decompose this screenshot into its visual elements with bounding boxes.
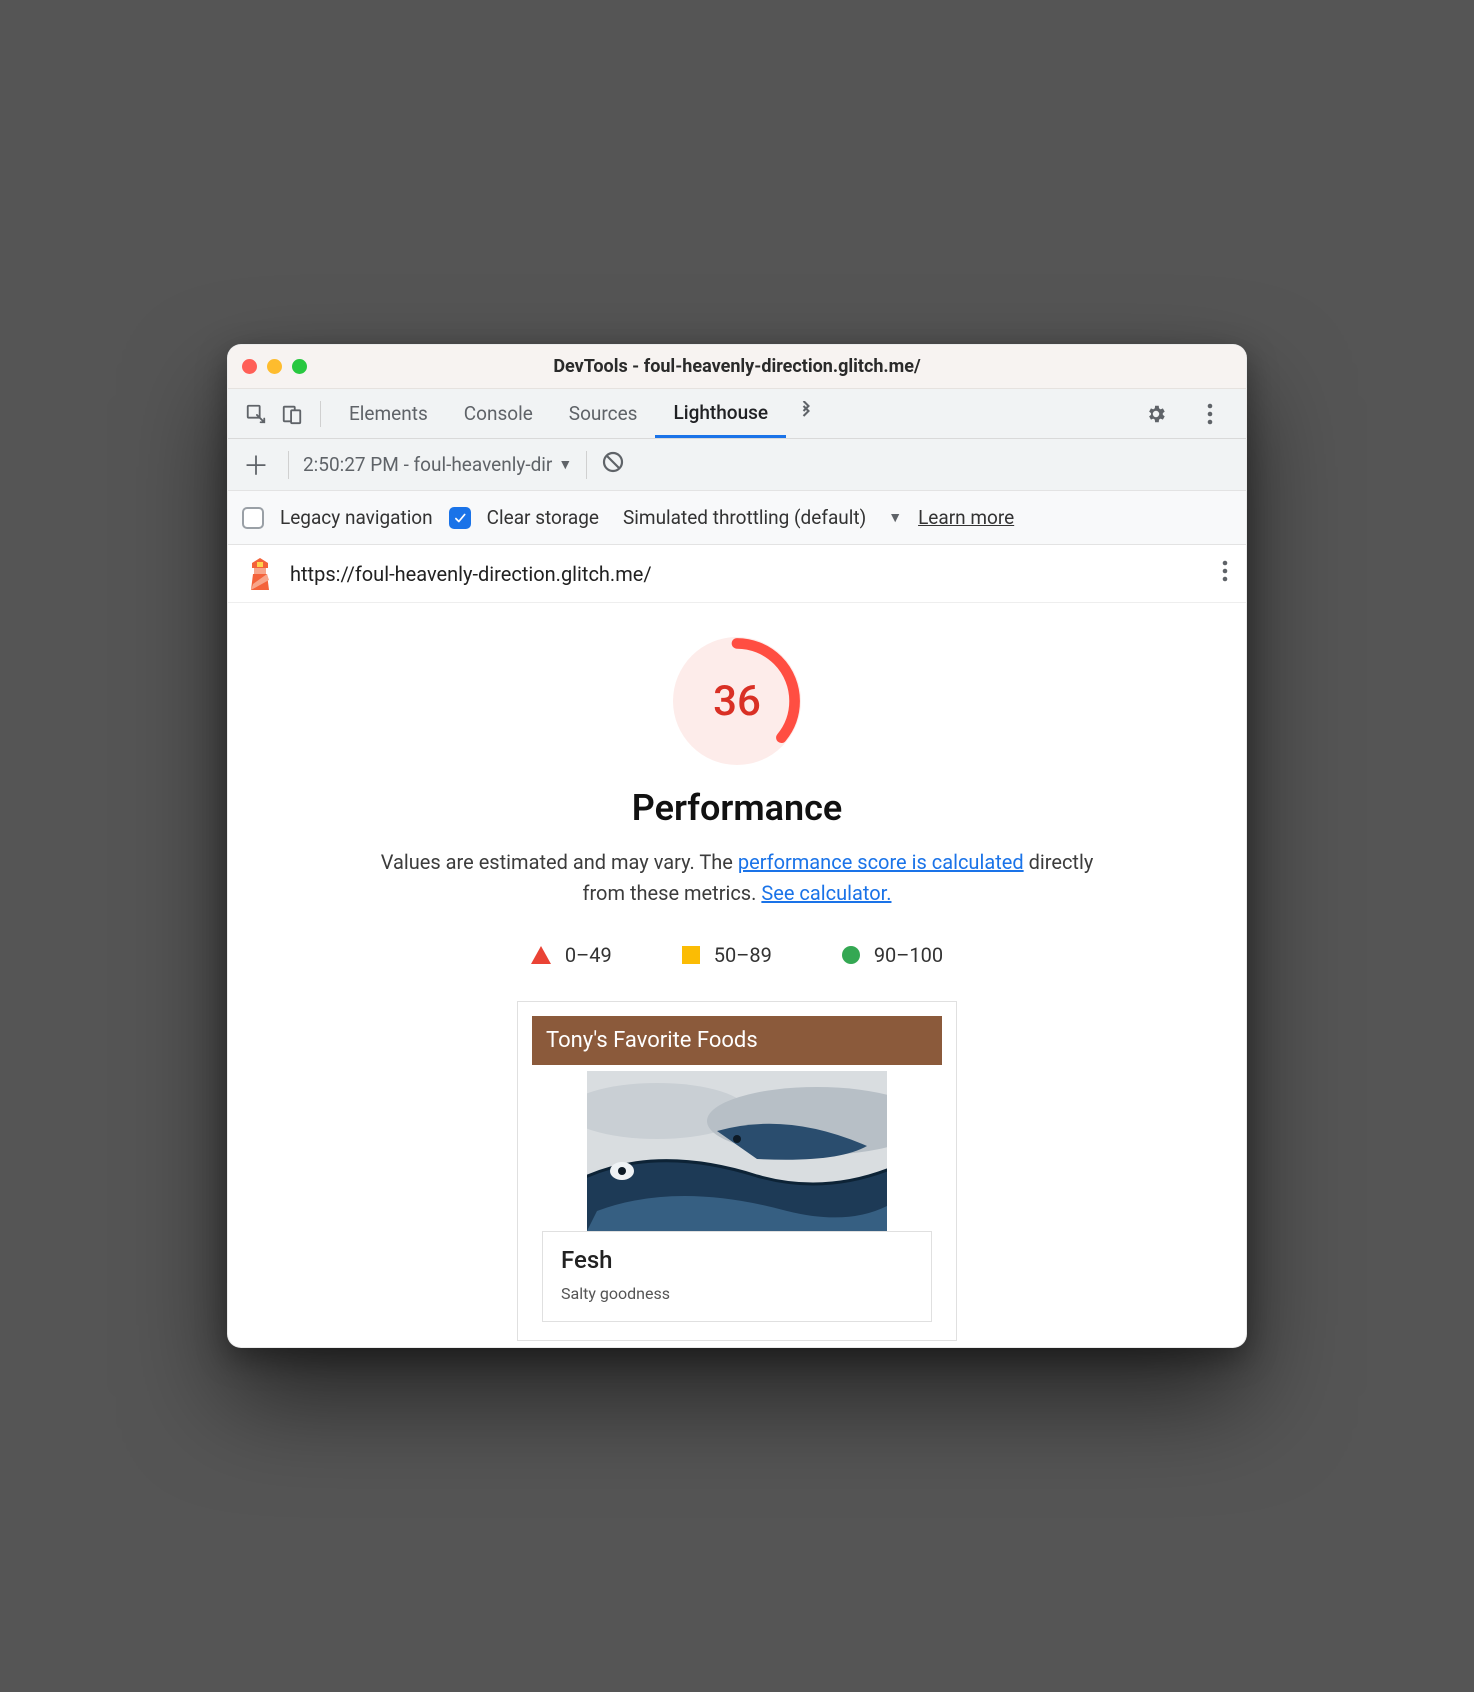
performance-gauge[interactable]: 36 — [673, 637, 801, 765]
chevron-down-icon: ▼ — [558, 456, 572, 473]
category-title: Performance — [258, 787, 1216, 829]
window-titlebar: DevTools - foul-heavenly-direction.glitc… — [228, 345, 1246, 389]
legend-low: 0–49 — [531, 943, 612, 967]
card-subtitle: Salty goodness — [561, 1284, 913, 1303]
legend-mid: 50–89 — [682, 943, 772, 967]
triangle-icon — [531, 946, 551, 964]
clear-report-icon[interactable] — [601, 450, 625, 479]
filmstrip-card: Fesh Salty goodness — [542, 1231, 932, 1322]
report-menu-icon[interactable] — [1222, 560, 1228, 587]
lighthouse-toolbar-2: Legacy navigation Clear storage Simulate… — [228, 491, 1246, 545]
filmstrip-image — [532, 1065, 942, 1231]
report-url-row: https://foul-heavenly-direction.glitch.m… — [228, 545, 1246, 603]
lighthouse-icon — [246, 558, 274, 590]
see-calculator-link[interactable]: See calculator. — [761, 881, 891, 905]
lighthouse-toolbar-1: ＋ 2:50:27 PM - foul-heavenly-dir ▼ — [228, 439, 1246, 491]
report-dropdown[interactable]: 2:50:27 PM - foul-heavenly-dir ▼ — [303, 453, 572, 476]
minimize-window-button[interactable] — [267, 359, 282, 374]
devtools-window: DevTools - foul-heavenly-direction.glitc… — [227, 344, 1247, 1348]
window-title: DevTools - foul-heavenly-direction.glitc… — [228, 356, 1246, 377]
circle-icon — [842, 946, 860, 964]
square-icon — [682, 946, 700, 964]
throttling-chevron-icon[interactable]: ▼ — [888, 509, 902, 526]
report-dropdown-label: 2:50:27 PM - foul-heavenly-dir — [303, 453, 552, 476]
tab-elements[interactable]: Elements — [331, 389, 446, 438]
more-options-icon[interactable] — [1192, 396, 1228, 432]
tab-sources[interactable]: Sources — [551, 389, 656, 438]
learn-more-link[interactable]: Learn more — [918, 506, 1014, 529]
zoom-window-button[interactable] — [292, 359, 307, 374]
clear-storage-label: Clear storage — [487, 506, 599, 529]
devtools-tabstrip: Elements Console Sources Lighthouse — [228, 389, 1246, 439]
tab-console[interactable]: Console — [446, 389, 551, 438]
lighthouse-report: 36 Performance Values are estimated and … — [228, 603, 1246, 1347]
report-url: https://foul-heavenly-direction.glitch.m… — [290, 562, 1206, 586]
settings-icon[interactable] — [1138, 396, 1174, 432]
category-description: Values are estimated and may vary. The p… — [377, 847, 1097, 909]
filmstrip-frame: Tony's Favorite Foods Fesh Salty go — [517, 1001, 957, 1341]
score-calc-link[interactable]: performance score is calculated — [738, 850, 1024, 874]
card-title: Fesh — [561, 1246, 913, 1274]
tabs-overflow-icon[interactable] — [786, 401, 826, 426]
legend-high: 90–100 — [842, 943, 943, 967]
clear-storage-checkbox[interactable] — [449, 507, 471, 529]
inspect-element-icon[interactable] — [238, 396, 274, 432]
new-report-button[interactable]: ＋ — [238, 446, 274, 483]
legacy-navigation-checkbox[interactable] — [242, 507, 264, 529]
filmstrip-page-title: Tony's Favorite Foods — [532, 1016, 942, 1065]
device-toolbar-icon[interactable] — [274, 396, 310, 432]
throttling-label: Simulated throttling (default) — [623, 506, 866, 529]
traffic-lights — [242, 359, 307, 374]
tab-lighthouse[interactable]: Lighthouse — [655, 389, 786, 438]
legacy-navigation-label: Legacy navigation — [280, 506, 433, 529]
score-legend: 0–49 50–89 90–100 — [258, 943, 1216, 967]
close-window-button[interactable] — [242, 359, 257, 374]
